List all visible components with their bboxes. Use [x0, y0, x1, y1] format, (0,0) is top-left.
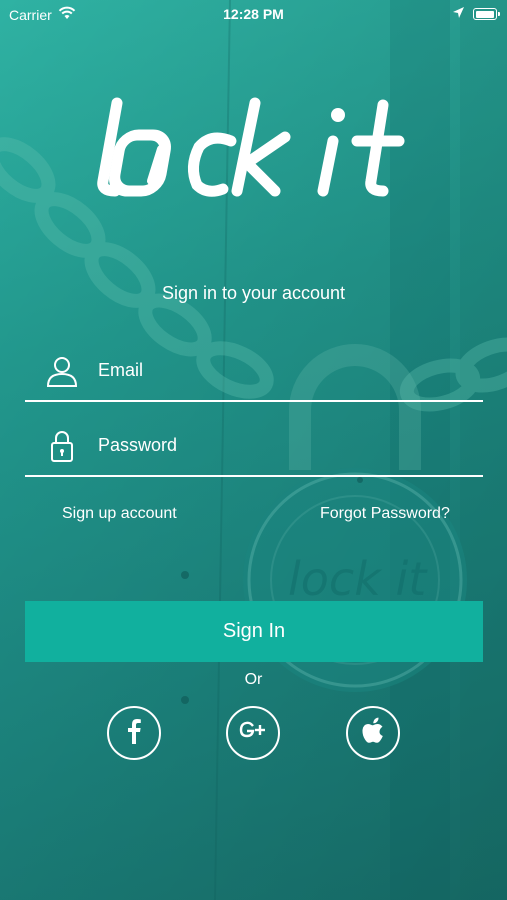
battery-icon	[473, 8, 500, 20]
password-input[interactable]	[98, 431, 458, 459]
sign-up-link[interactable]: Sign up account	[62, 505, 177, 523]
apple-icon	[356, 714, 390, 753]
email-field[interactable]	[25, 350, 483, 402]
google-plus-login-button[interactable]	[226, 706, 280, 760]
sign-in-button[interactable]: Sign In	[25, 601, 483, 662]
email-input[interactable]	[98, 356, 458, 384]
facebook-icon	[117, 714, 151, 753]
facebook-login-button[interactable]	[107, 706, 161, 760]
apple-login-button[interactable]	[346, 706, 400, 760]
sign-in-subtitle: Sign in to your account	[161, 283, 346, 303]
user-icon	[45, 354, 79, 388]
status-right	[452, 6, 500, 22]
status-time: 12:28 PM	[223, 6, 284, 22]
svg-text:lock it: lock it	[288, 552, 428, 606]
google-plus-icon	[236, 714, 270, 753]
lock-it-logo	[97, 97, 405, 197]
forgot-password-link[interactable]: Forgot Password?	[320, 505, 450, 523]
password-field[interactable]	[25, 425, 483, 477]
lock-icon	[45, 429, 79, 463]
or-divider-label: Or	[244, 671, 263, 688]
status-bar: Carrier 12:28 PM	[0, 0, 507, 30]
location-arrow-icon	[452, 6, 465, 22]
